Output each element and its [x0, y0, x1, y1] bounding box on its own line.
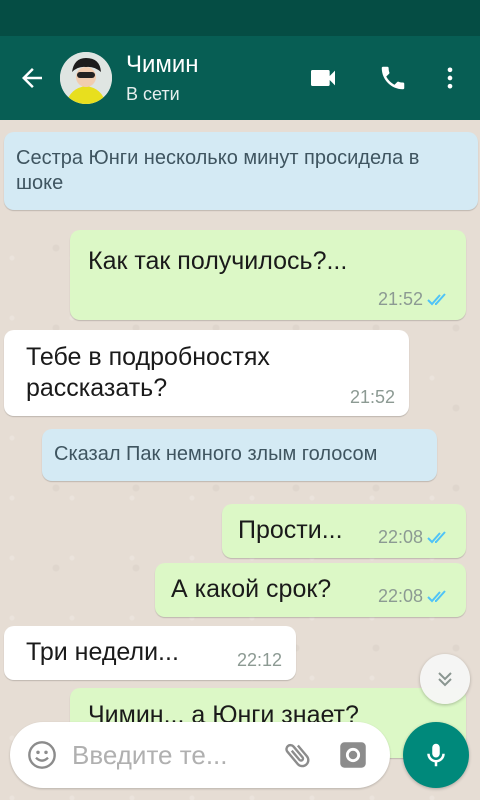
system-message-text: Сестра Юнги несколько минут просидела в … [16, 147, 420, 194]
attach-button[interactable] [272, 722, 324, 788]
attach-icon [285, 743, 310, 768]
system-message-text: Сказал Пак немного злым голосом [54, 443, 378, 465]
voice-call-button[interactable] [358, 36, 428, 120]
message-time: 22:08 [377, 586, 423, 606]
message-time: 21:52 [377, 289, 423, 309]
camera-button[interactable] [324, 722, 382, 788]
contact-name: Чимин [126, 51, 199, 78]
more-options-button[interactable] [428, 36, 472, 120]
read-ticks-icon [427, 292, 446, 305]
voice-record-button[interactable] [403, 722, 469, 788]
phone-icon [381, 66, 405, 90]
outgoing-message[interactable]: Как так получилось?... 21:52 [70, 230, 466, 320]
avatar-image [60, 52, 112, 104]
message-composer [10, 722, 390, 788]
contact-status: В сети [126, 84, 180, 104]
message-text: Прости... [238, 516, 343, 544]
contact-info[interactable]: Чимин В сети [126, 50, 288, 106]
message-text: Три недели... [26, 638, 179, 666]
avatar[interactable] [60, 52, 112, 104]
system-message: Сказал Пак немного злым голосом [42, 429, 437, 481]
system-message: Сестра Юнги несколько минут просидела в … [4, 132, 478, 210]
incoming-message[interactable]: Тебе в подробностях рассказать? 21:52 [4, 330, 409, 416]
message-text: Тебе в подробностях рассказать? [26, 343, 270, 402]
outgoing-message[interactable]: А какой срок? 22:08 [155, 563, 466, 617]
incoming-message[interactable]: Три недели... 22:12 [4, 626, 296, 680]
emoji-icon [28, 741, 56, 769]
double-chevron-down-icon [438, 672, 452, 687]
message-text: А какой срок? [171, 575, 332, 603]
camera-icon [340, 742, 366, 768]
chat-header: Чимин В сети [0, 36, 480, 120]
mic-icon [427, 743, 445, 767]
message-time: 22:12 [236, 650, 282, 670]
read-ticks-icon [427, 589, 446, 602]
status-bar [0, 0, 480, 36]
video-call-icon [311, 70, 335, 86]
back-arrow-icon [22, 68, 42, 88]
message-time: 22:08 [377, 527, 423, 547]
more-vert-icon [447, 67, 453, 89]
message-list[interactable]: Сестра Юнги несколько минут просидела в … [0, 120, 480, 800]
outgoing-message[interactable]: Прости... 22:08 [222, 504, 466, 558]
read-ticks-icon [427, 530, 446, 543]
message-text: Как так получилось?... [88, 247, 348, 275]
message-input[interactable] [72, 739, 272, 771]
back-button[interactable] [4, 36, 60, 120]
video-call-button[interactable] [288, 36, 358, 120]
emoji-button[interactable] [12, 722, 72, 788]
scroll-to-bottom-button[interactable] [420, 654, 470, 704]
message-time: 21:52 [349, 387, 395, 407]
